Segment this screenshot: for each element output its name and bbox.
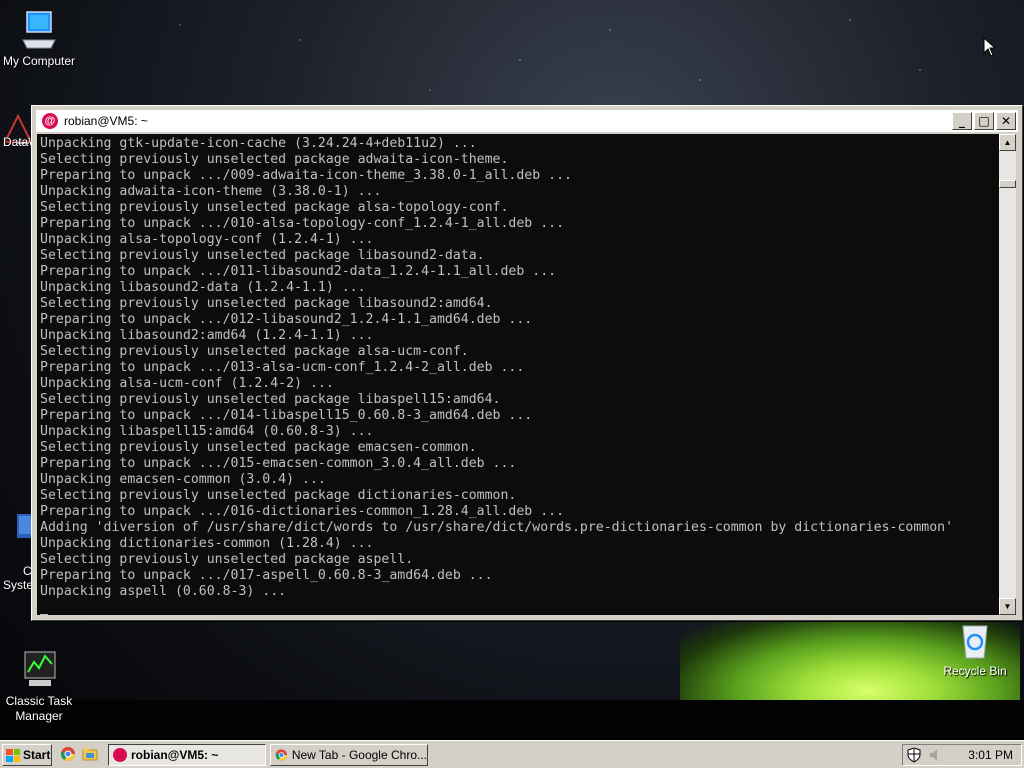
desktop-icon-label: Data\: [3, 135, 32, 149]
console-line: Preparing to unpack .../009-adwaita-icon…: [40, 168, 572, 183]
recycle-bin-icon: [955, 620, 995, 660]
task-label: robian@VM5: ~: [131, 748, 219, 762]
minimize-button[interactable]: _: [952, 112, 972, 130]
task-manager-icon: [19, 635, 59, 686]
desktop-icon-my-computer[interactable]: My Computer: [0, 10, 79, 69]
system-tray: 3:01 PM: [902, 744, 1022, 766]
desktop-icon-data-partial[interactable]: Data\: [3, 113, 33, 154]
console-line: Selecting previously unselected package …: [40, 152, 509, 167]
terminal-cursor: [40, 614, 48, 615]
start-button[interactable]: Start: [2, 744, 52, 766]
scroll-down-arrow-icon[interactable]: ▼: [999, 598, 1016, 615]
console-line: Unpacking gtk-update-icon-cache (3.24.24…: [40, 136, 477, 151]
explorer-quicklaunch-icon[interactable]: [82, 746, 98, 762]
console-line: Adding 'diversion of /usr/share/dict/wor…: [40, 520, 954, 535]
desktop-icon-label: Classic Task Manager: [5, 694, 73, 723]
taskbar: Start robian@VM5: ~ New Tab - Google Chr…: [0, 740, 1024, 768]
task-label: New Tab - Google Chro...: [291, 748, 427, 762]
console-line: Selecting previously unselected package …: [40, 344, 469, 359]
console-line: Unpacking dictionaries-common (1.28.4) .…: [40, 536, 374, 551]
window-title: robian@VM5: ~: [64, 114, 148, 128]
console-line: Unpacking adwaita-icon-theme (3.38.0-1) …: [40, 184, 382, 199]
console-line: Preparing to unpack .../012-libasound2_1…: [40, 312, 533, 327]
vertical-scrollbar[interactable]: ▲ ▼: [999, 134, 1016, 615]
clock[interactable]: 3:01 PM: [968, 748, 1013, 762]
desktop-icon-classic-task-manager[interactable]: Classic Task Manager: [0, 620, 79, 739]
start-label: Start: [23, 748, 51, 762]
console-line: Selecting previously unselected package …: [40, 392, 501, 407]
console-line: Unpacking aspell (0.60.8-3) ...: [40, 584, 287, 599]
scroll-up-arrow-icon[interactable]: ▲: [999, 134, 1016, 151]
console-line: Unpacking libasound2:amd64 (1.2.4-1.1) .…: [40, 328, 374, 343]
console-line: Selecting previously unselected package …: [40, 552, 414, 567]
terminal-console[interactable]: Unpacking gtk-update-icon-cache (3.24.24…: [37, 134, 999, 615]
terminal-window[interactable]: @ robian@VM5: ~ _ □ ✕ Unpacking gtk-upda…: [31, 105, 1023, 621]
console-output: Unpacking gtk-update-icon-cache (3.24.24…: [37, 134, 999, 615]
windows-logo-icon: [6, 748, 20, 762]
debian-icon: [113, 748, 127, 762]
console-line: Selecting previously unselected package …: [40, 296, 493, 311]
chrome-quicklaunch-icon[interactable]: [60, 746, 76, 762]
console-line: Preparing to unpack .../014-libaspell15_…: [40, 408, 533, 423]
security-shield-icon[interactable]: [907, 747, 921, 763]
console-line: Selecting previously unselected package …: [40, 200, 509, 215]
console-line: Unpacking alsa-ucm-conf (1.2.4-2) ...: [40, 376, 334, 391]
scrollbar-thumb[interactable]: [999, 180, 1016, 188]
console-line: Unpacking emacsen-common (3.0.4) ...: [40, 472, 326, 487]
desktop-icon-recycle-bin[interactable]: Recycle Bin: [935, 620, 1015, 679]
mouse-pointer-icon: [983, 37, 995, 57]
speaker-icon[interactable]: [929, 748, 943, 762]
console-line: Preparing to unpack .../011-libasound2-d…: [40, 264, 557, 279]
taskbar-task-chrome[interactable]: New Tab - Google Chro...: [270, 744, 428, 766]
system-app-icon: [17, 514, 33, 538]
console-line: Unpacking libaspell15:amd64 (0.60.8-3) .…: [40, 424, 374, 439]
desktop-icon-label: Syste: [3, 578, 34, 592]
console-line: Selecting previously unselected package …: [40, 488, 517, 503]
console-line: Preparing to unpack .../017-aspell_0.60.…: [40, 568, 493, 583]
chrome-icon: [275, 749, 288, 761]
desktop-icon-system-partial[interactable]: C Syste: [3, 512, 33, 592]
taskbar-task-terminal[interactable]: robian@VM5: ~: [108, 744, 266, 766]
console-line: Selecting previously unselected package …: [40, 440, 477, 455]
console-line: Preparing to unpack .../016-dictionaries…: [40, 504, 565, 519]
close-button[interactable]: ✕: [996, 112, 1016, 130]
console-line: Preparing to unpack .../015-emacsen-comm…: [40, 456, 517, 471]
console-line: Unpacking alsa-topology-conf (1.2.4-1) .…: [40, 232, 374, 247]
console-line: Selecting previously unselected package …: [40, 248, 485, 263]
desktop-icon-label: Recycle Bin: [943, 664, 1007, 678]
debian-icon: @: [42, 113, 58, 129]
console-line: Preparing to unpack .../013-alsa-ucm-con…: [40, 360, 525, 375]
console-line: Preparing to unpack .../010-alsa-topolog…: [40, 216, 565, 231]
desktop-icon-label: My Computer: [2, 54, 76, 68]
wallpaper-ground: [0, 700, 1024, 742]
window-titlebar[interactable]: @ robian@VM5: ~ _ □ ✕: [36, 110, 1018, 132]
console-line: Unpacking libasound2-data (1.2.4-1.1) ..…: [40, 280, 366, 295]
computer-icon: [19, 10, 59, 50]
maximize-button[interactable]: □: [974, 112, 994, 130]
